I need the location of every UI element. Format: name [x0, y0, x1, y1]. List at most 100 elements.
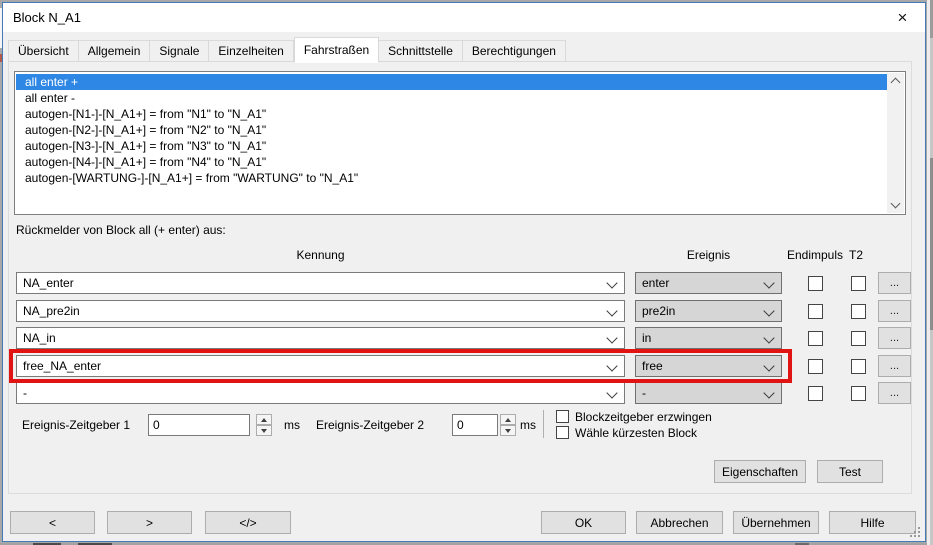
- chevron-down-icon: [606, 277, 617, 288]
- route-list-item[interactable]: autogen-[N2-]-[N_A1+] = from "N2" to "N_…: [16, 122, 887, 138]
- column-header-endimpuls: Endimpuls: [783, 248, 847, 262]
- divider: [543, 410, 544, 438]
- tab-einzelheiten[interactable]: Einzelheiten: [209, 40, 293, 62]
- tab-schnittstelle[interactable]: Schnittstelle: [379, 40, 463, 62]
- spinner-up-button[interactable]: [256, 414, 272, 425]
- chevron-down-icon: [606, 387, 617, 398]
- timer1-input[interactable]: [148, 414, 250, 436]
- column-header-ereignis: Ereignis: [635, 248, 782, 262]
- resize-grip-icon[interactable]: [910, 527, 922, 539]
- blockzeitgeber-checkbox[interactable]: [556, 410, 569, 423]
- tab-strip: Übersicht Allgemein Signale Einzelheiten…: [8, 36, 566, 62]
- route-list-item[interactable]: autogen-[WARTUNG-]-[N_A1+] = from "WARTU…: [16, 170, 887, 186]
- blockzeitgeber-label: Blockzeitgeber erzwingen: [575, 410, 712, 424]
- tab-uebersicht[interactable]: Übersicht: [8, 40, 79, 62]
- kuerzester-block-label: Wähle kürzesten Block: [575, 426, 697, 440]
- prev-button[interactable]: <: [10, 511, 95, 534]
- spinner-down-button[interactable]: [256, 425, 272, 436]
- ereignis-combo[interactable]: pre2in: [635, 300, 782, 322]
- chevron-down-icon: [763, 332, 774, 343]
- chevron-down-icon: [763, 360, 774, 371]
- help-button[interactable]: Hilfe: [829, 511, 916, 534]
- kennung-combo[interactable]: -: [16, 382, 625, 404]
- t2-checkbox[interactable]: [851, 331, 866, 346]
- up-arrow-icon: [505, 418, 511, 422]
- down-arrow-icon: [261, 429, 267, 433]
- next-button[interactable]: >: [107, 511, 192, 534]
- endimpuls-checkbox[interactable]: [808, 359, 823, 374]
- ereignis-combo[interactable]: -: [635, 382, 782, 404]
- feedback-row: NA_pre2in pre2in ...: [0, 300, 933, 322]
- tab-allgemein[interactable]: Allgemein: [79, 40, 151, 62]
- routes-list-items: all enter + all enter - autogen-[N1-]-[N…: [16, 74, 887, 186]
- timer1-label: Ereignis-Zeitgeber 1: [22, 418, 130, 432]
- route-list-item[interactable]: all enter +: [16, 74, 887, 90]
- column-header-t2: T2: [841, 248, 871, 262]
- t2-checkbox[interactable]: [851, 304, 866, 319]
- ok-button[interactable]: OK: [541, 511, 626, 534]
- window-title: Block N_A1: [13, 3, 81, 32]
- kuerzester-block-checkbox[interactable]: [556, 426, 569, 439]
- kennung-combo[interactable]: NA_in: [16, 327, 625, 349]
- t2-checkbox[interactable]: [851, 359, 866, 374]
- route-list-item[interactable]: autogen-[N3-]-[N_A1+] = from "N3" to "N_…: [16, 138, 887, 154]
- t2-checkbox[interactable]: [851, 386, 866, 401]
- tab-signale[interactable]: Signale: [150, 40, 209, 62]
- spinner-up-button[interactable]: [500, 414, 516, 425]
- more-options-button[interactable]: ...: [878, 382, 911, 404]
- scrollbar-up-button[interactable]: [887, 73, 904, 89]
- more-options-button[interactable]: ...: [878, 355, 911, 377]
- timer2-unit-label: ms: [520, 418, 536, 432]
- endimpuls-checkbox[interactable]: [808, 304, 823, 319]
- chevron-down-icon: [763, 277, 774, 288]
- feedback-rows: NA_enter enter ... NA_pre2in pre2in ...: [0, 272, 933, 407]
- section-label: Rückmelder von Block all (+ enter) aus:: [16, 223, 226, 237]
- more-options-button[interactable]: ...: [878, 300, 911, 322]
- kennung-combo[interactable]: NA_pre2in: [16, 300, 625, 322]
- test-button[interactable]: Test: [817, 460, 883, 483]
- chevron-down-icon: [763, 387, 774, 398]
- titlebar: Block N_A1 ×: [3, 3, 925, 32]
- endimpuls-checkbox[interactable]: [808, 276, 823, 291]
- listbox-scrollbar[interactable]: [887, 73, 904, 213]
- ereignis-combo[interactable]: free: [635, 355, 782, 377]
- spinner-down-button[interactable]: [500, 425, 516, 436]
- apply-button[interactable]: Übernehmen: [733, 511, 819, 534]
- more-options-button[interactable]: ...: [878, 272, 911, 294]
- up-arrow-icon: [261, 418, 267, 422]
- endimpuls-checkbox[interactable]: [808, 331, 823, 346]
- feedback-row: NA_in in ...: [0, 327, 933, 349]
- tab-berechtigungen[interactable]: Berechtigungen: [463, 40, 566, 62]
- chevron-up-icon: [891, 78, 901, 88]
- chevron-down-icon: [891, 199, 901, 209]
- routes-listbox[interactable]: all enter + all enter - autogen-[N1-]-[N…: [14, 71, 906, 215]
- screen: Block N_A1 × Übersicht Allgemein Signale…: [0, 0, 933, 545]
- close-icon: ×: [898, 3, 908, 32]
- feedback-row-highlighted: free_NA_enter free ...: [0, 355, 933, 377]
- more-options-button[interactable]: ...: [878, 327, 911, 349]
- feedback-row: - - ...: [0, 382, 933, 404]
- close-button[interactable]: ×: [880, 3, 925, 32]
- route-list-item[interactable]: all enter -: [16, 90, 887, 106]
- chevron-down-icon: [606, 332, 617, 343]
- column-header-kennung: Kennung: [16, 248, 625, 262]
- timer2-spinner: [500, 414, 516, 436]
- timer2-input[interactable]: [452, 414, 498, 436]
- chevron-down-icon: [606, 305, 617, 316]
- code-view-button[interactable]: </>: [205, 511, 291, 534]
- kennung-combo[interactable]: free_NA_enter: [16, 355, 625, 377]
- t2-checkbox[interactable]: [851, 276, 866, 291]
- eigenschaften-button[interactable]: Eigenschaften: [714, 460, 806, 483]
- endimpuls-checkbox[interactable]: [808, 386, 823, 401]
- timer1-spinner: [256, 414, 272, 436]
- route-list-item[interactable]: autogen-[N4-]-[N_A1+] = from "N4" to "N_…: [16, 154, 887, 170]
- down-arrow-icon: [505, 429, 511, 433]
- scrollbar-down-button[interactable]: [887, 197, 904, 213]
- ereignis-combo[interactable]: enter: [635, 272, 782, 294]
- route-list-item[interactable]: autogen-[N1-]-[N_A1+] = from "N1" to "N_…: [16, 106, 887, 122]
- kennung-combo[interactable]: NA_enter: [16, 272, 625, 294]
- cancel-button[interactable]: Abbrechen: [636, 511, 723, 534]
- feedback-row: NA_enter enter ...: [0, 272, 933, 294]
- tab-fahrstrassen[interactable]: Fahrstraßen: [294, 37, 379, 63]
- ereignis-combo[interactable]: in: [635, 327, 782, 349]
